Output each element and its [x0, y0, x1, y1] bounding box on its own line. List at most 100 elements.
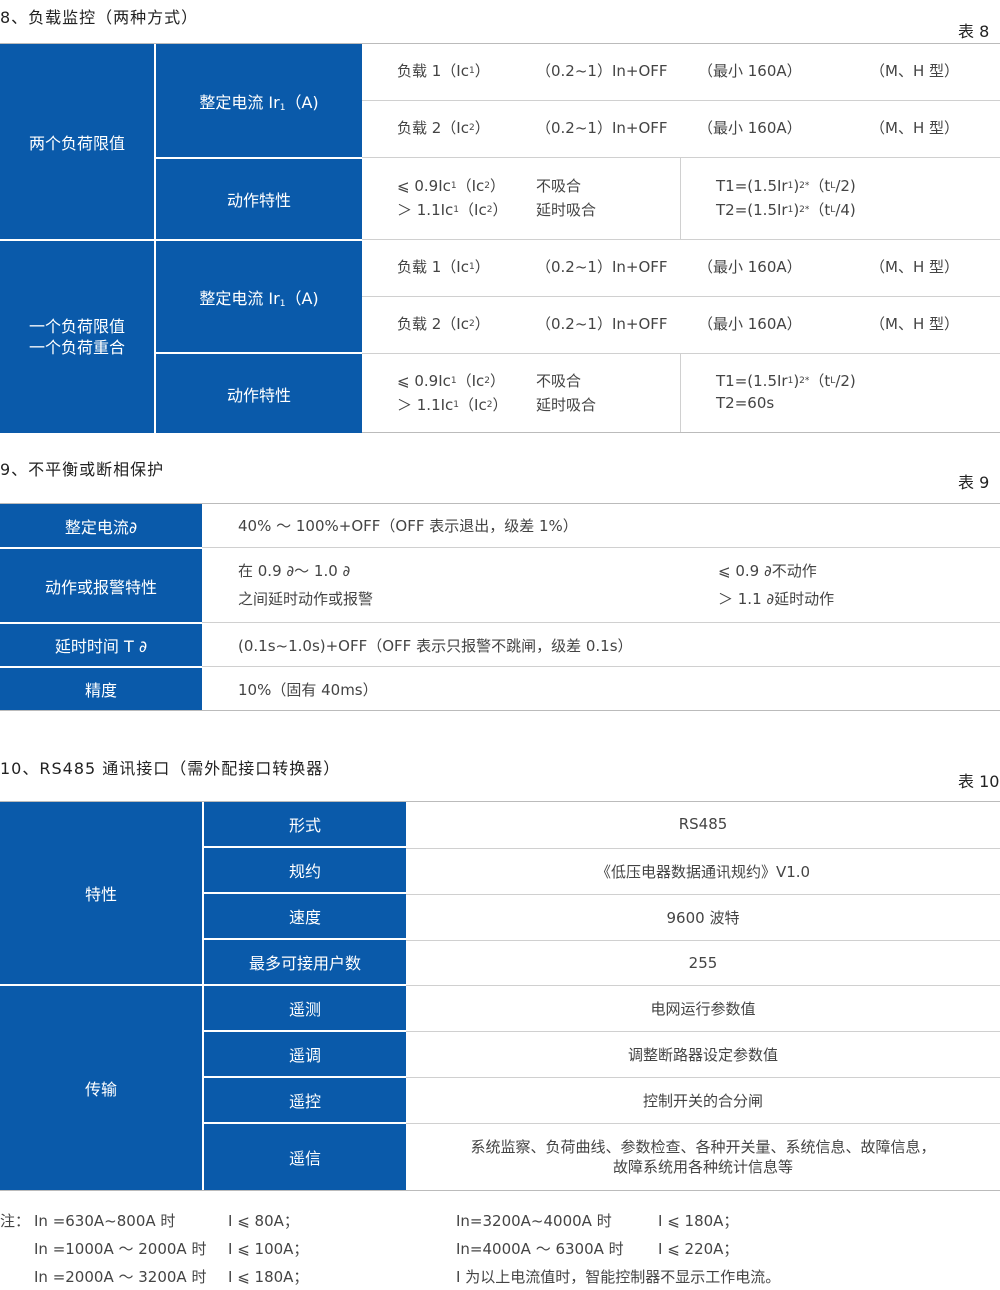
divider [362, 100, 1000, 101]
row-value: 9600 波特 [666, 908, 740, 927]
condition-le: ⩽ 0.9Ic 1 （Ic 2） [397, 371, 506, 391]
load-min: （最小 160A） [698, 315, 802, 333]
condition-le: ⩽ 0.9Ic 1 （Ic 2） [397, 176, 506, 196]
load-min: （最小 160A） [698, 258, 802, 276]
note-text: I 为以上电流值时，智能控制器不显示工作电流。 [456, 1268, 781, 1286]
load-min: （最小 160A） [698, 119, 802, 137]
t1-formula: T1=(1.5Ir 1) 2* （t L/2) [716, 176, 856, 196]
row-label: 规约 [204, 848, 406, 892]
row-value: 在 0.9 ∂～ 1.0 ∂ [238, 562, 351, 580]
load2-label: 负载 2（Ic 2） [397, 315, 490, 333]
load-range: （0.2~1）In+OFF [536, 119, 668, 137]
load-range: （0.2~1）In+OFF [536, 62, 668, 80]
divider [362, 157, 1000, 158]
row-label: 精度 [0, 668, 202, 710]
group-label: 一个负荷限值 [28, 317, 125, 336]
row-value: 255 [688, 954, 718, 972]
section-8-title: 8、负载监控（两种方式） [0, 8, 199, 27]
group-label: 一个负荷重合 [28, 338, 125, 357]
divider [362, 296, 1000, 297]
load-type: （M、H 型） [870, 258, 959, 276]
note-text: In =630A~800A 时 [34, 1212, 176, 1230]
note-text: In=3200A~4000A 时 [456, 1212, 612, 1230]
row-value: 电网运行参数值 [650, 1000, 756, 1018]
divider [202, 666, 1000, 667]
note-text: In =1000A ～ 2000A 时 [34, 1240, 207, 1258]
load-range: （0.2~1）In+OFF [536, 315, 668, 333]
divider [680, 353, 681, 433]
row-value: 40% ～ 100%+OFF（OFF 表示退出，级差 1%） [238, 517, 578, 535]
row-value: ＞ 1.1 ∂延时动作 [718, 590, 835, 608]
row-label: 整定电流∂ [0, 504, 202, 547]
row-label: 动作或报警特性 [0, 549, 202, 622]
load-type: （M、H 型） [870, 119, 959, 137]
note-text: I ⩽ 180A； [658, 1212, 739, 1230]
t2-formula: T2=(1.5Ir 1) 2* （t L/4) [716, 200, 856, 220]
action-label: 动作特性 [226, 191, 291, 210]
row-value: RS485 [678, 815, 728, 833]
action-label: 动作特性 [226, 385, 291, 405]
row-label: 最多可接用户数 [204, 940, 406, 984]
row-label: 遥控 [204, 1078, 406, 1122]
group-one-limit: 一个负荷限值 一个负荷重合 [0, 241, 154, 433]
group-characteristics: 特性 [0, 802, 202, 984]
set-current-header: 整定电流 Ir1（A) [156, 241, 362, 352]
condition-gt: ＞ 1.1Ic 1 （Ic 2） [397, 201, 508, 219]
delay-pickup: 延时吸合 [536, 396, 597, 414]
set-current-header: 整定电流 Ir1（A) [156, 44, 362, 157]
condition-gt: ＞ 1.1Ic 1 （Ic 2） [397, 396, 508, 414]
t2-formula: T2=60s [716, 394, 775, 412]
action-header: 动作特性 [156, 159, 362, 239]
load-range: （0.2~1）In+OFF [536, 258, 668, 276]
note-prefix: 注： [0, 1212, 31, 1230]
note-text: I ⩽ 220A； [658, 1240, 739, 1258]
set-current-label: 整定电流 Ir1（A) [199, 288, 319, 309]
group-transmission: 传输 [0, 986, 202, 1190]
row-value: 《低压电器数据通讯规约》V1.0 [595, 862, 811, 881]
row-value-line: 故障系统用各种统计信息等 [612, 1158, 793, 1176]
row-value: 10%（固有 40ms） [238, 680, 378, 699]
table-8-label: 表 8 [958, 22, 990, 41]
note-text: In =2000A ～ 3200A 时 [34, 1268, 207, 1286]
row-value: 控制开关的合分闸 [642, 1092, 763, 1110]
note-text: In=4000A ～ 6300A 时 [456, 1240, 624, 1258]
row-label: 速度 [204, 894, 406, 938]
load1-label: 负载 1（Ic 1） [397, 62, 490, 80]
row-value: 调整断路器设定参数值 [627, 1046, 778, 1064]
load-min: （最小 160A） [698, 62, 802, 80]
section-10-title: 10、RS485 通讯接口（需外配接口转换器） [0, 759, 341, 778]
action-header: 动作特性 [156, 354, 362, 433]
set-current-label: 整定电流 Ir1（A) [199, 92, 319, 113]
divider [0, 710, 1000, 711]
divider [362, 239, 1000, 240]
table-9-label: 表 9 [958, 473, 990, 492]
row-label: 形式 [204, 802, 406, 846]
divider [362, 432, 1000, 433]
row-label: 遥信 [204, 1124, 406, 1190]
note-text: I ⩽ 100A； [228, 1240, 309, 1258]
row-value: 之间延时动作或报警 [238, 590, 374, 608]
note-text: I ⩽ 180A； [228, 1268, 309, 1286]
divider [362, 353, 1000, 354]
row-label: 遥调 [204, 1032, 406, 1076]
no-pickup: 不吸合 [536, 177, 582, 195]
section-9-title: 9、不平衡或断相保护 [0, 460, 165, 479]
load-type: （M、H 型） [870, 315, 959, 333]
divider [0, 1190, 1000, 1191]
row-value: ⩽ 0.9 ∂不动作 [718, 562, 817, 580]
divider [202, 622, 1000, 623]
group-two-limits: 两个负荷限值 [0, 44, 154, 239]
load-type: （M、H 型） [870, 62, 959, 80]
row-value: (0.1s~1.0s)+OFF（OFF 表示只报警不跳闸，级差 0.1s） [238, 636, 633, 655]
row-value: 系统监察、负荷曲线、参数检查、各种开关量、系统信息、故障信息， 故障系统用各种统… [406, 1124, 1000, 1190]
group-label: 两个负荷限值 [28, 133, 125, 153]
t1-formula: T1=(1.5Ir 1) 2* （t L/2) [716, 371, 856, 391]
divider [202, 547, 1000, 548]
load2-label: 负载 2（Ic 2） [397, 119, 490, 137]
no-pickup: 不吸合 [536, 372, 582, 390]
divider [680, 157, 681, 239]
delay-pickup: 延时吸合 [536, 201, 597, 219]
row-label: 延时时间 T ∂ [0, 624, 202, 666]
load1-label: 负载 1（Ic 1） [397, 258, 490, 276]
row-value-line: 系统监察、负荷曲线、参数检查、各种开关量、系统信息、故障信息， [470, 1138, 936, 1156]
